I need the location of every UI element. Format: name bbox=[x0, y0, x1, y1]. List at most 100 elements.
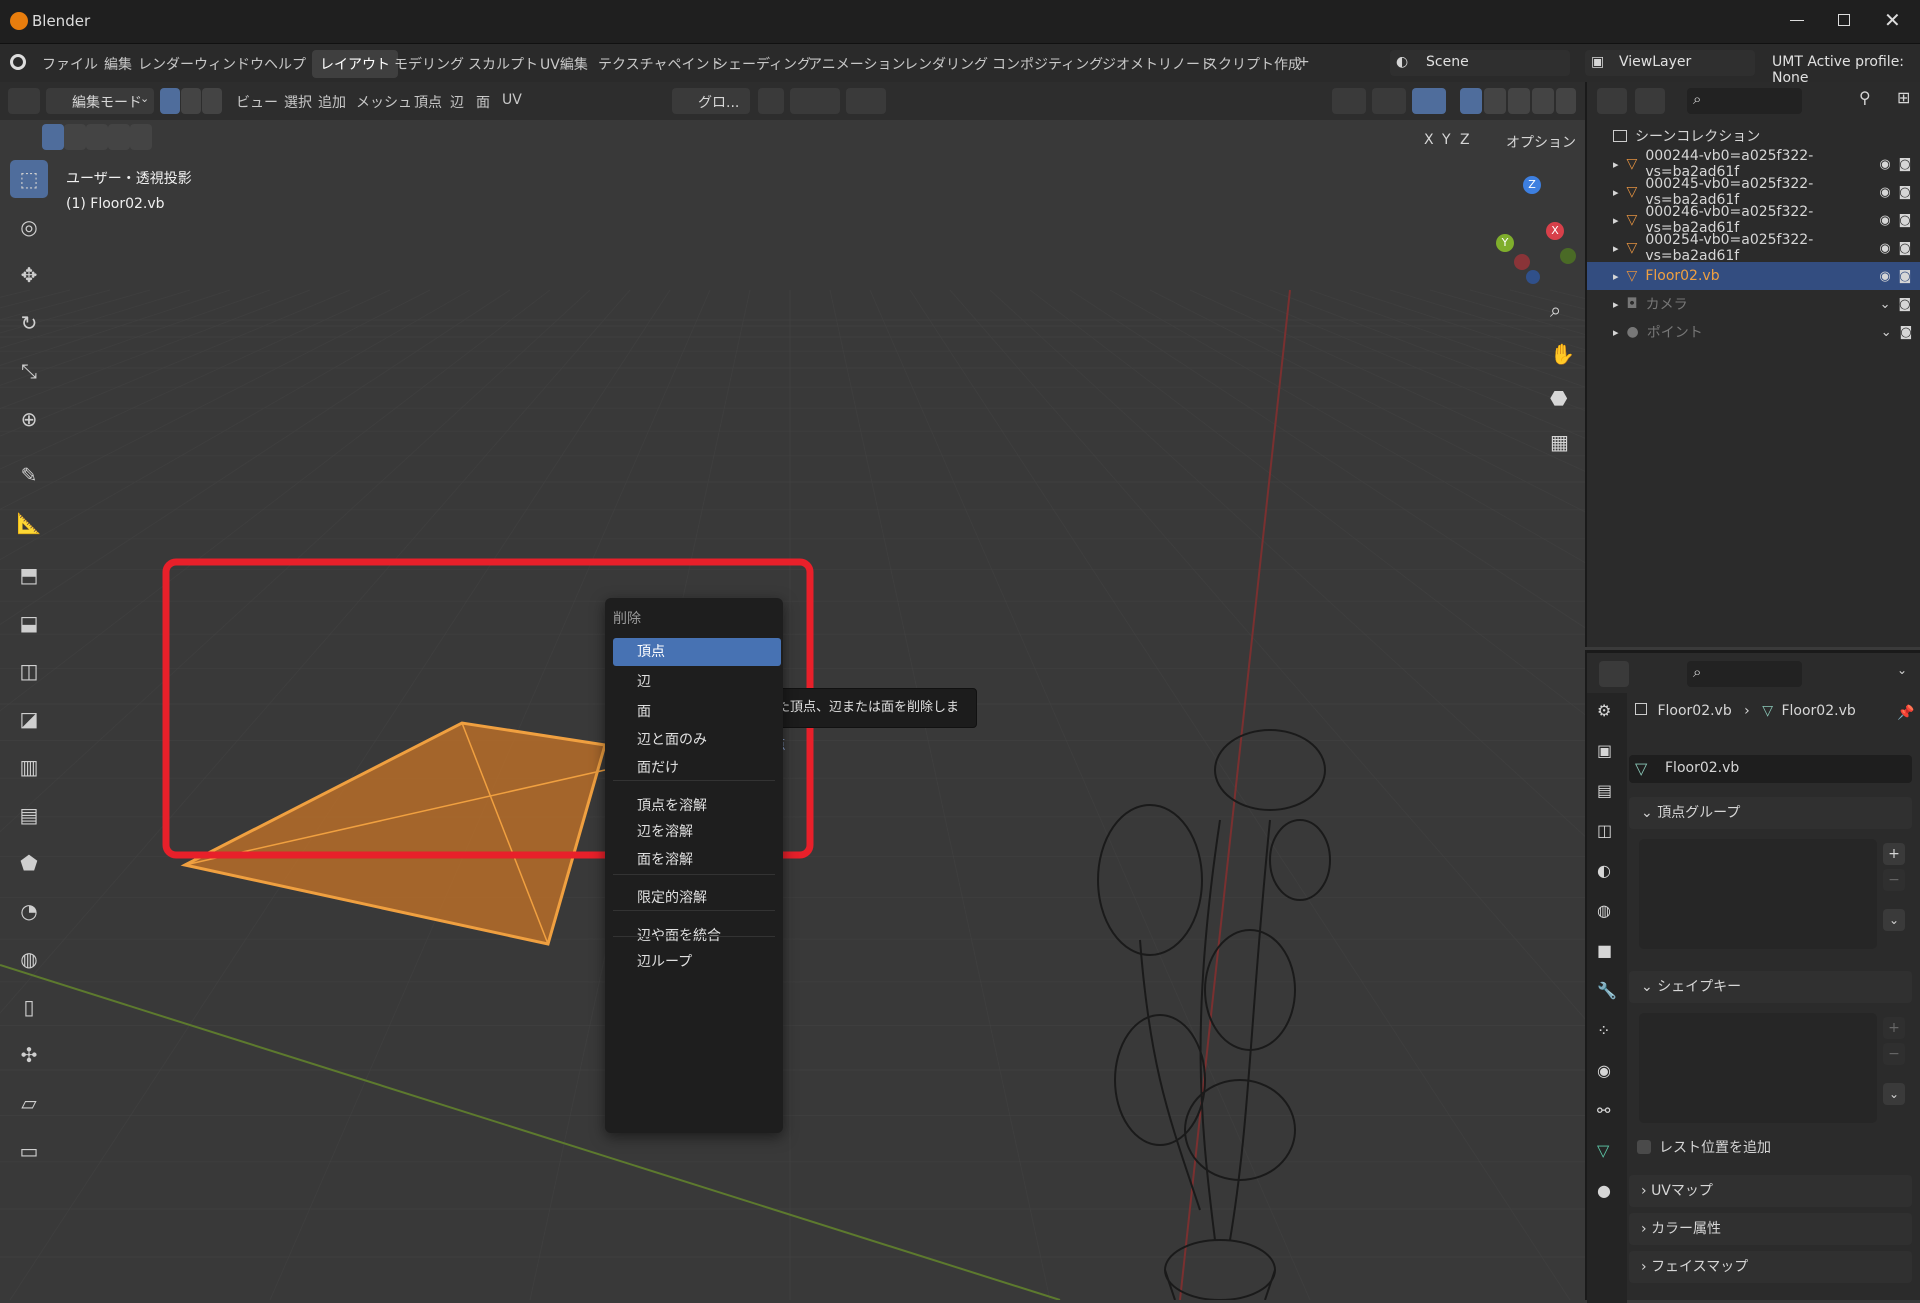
workspace-tab-8[interactable]: コンポジティング bbox=[984, 50, 1111, 78]
new-collection-icon[interactable]: ⊞ bbox=[1897, 88, 1910, 107]
gizmo-z-axis[interactable]: Z bbox=[1523, 176, 1541, 194]
shading-options-button[interactable] bbox=[1556, 88, 1576, 114]
chevron-down-icon[interactable]: ⌄ bbox=[1897, 663, 1907, 677]
render-visibility-icon[interactable]: ◙ bbox=[1900, 325, 1913, 340]
visibility-eye-icon[interactable]: ⌄ bbox=[1880, 297, 1891, 312]
select-subtract-button[interactable] bbox=[86, 124, 108, 150]
camera-view-icon[interactable]: ⬣ bbox=[1550, 386, 1567, 410]
render-visibility-icon[interactable]: ◙ bbox=[1899, 297, 1912, 312]
constraints-tab-icon[interactable]: ⚯ bbox=[1597, 1101, 1610, 1120]
shrink-fatten-tool[interactable]: ✣ bbox=[10, 1036, 48, 1074]
add-vertex-group-button[interactable]: + bbox=[1883, 843, 1905, 865]
render-visibility-icon[interactable]: ◙ bbox=[1899, 213, 1912, 228]
expand-arrow-icon[interactable]: ▸ bbox=[1613, 242, 1619, 255]
add-workspace-button[interactable]: + bbox=[1290, 50, 1318, 78]
header-menu-7[interactable]: UV bbox=[494, 88, 530, 116]
delete-menu-item-2[interactable]: 面 bbox=[613, 698, 781, 726]
gizmo-x-axis[interactable]: X bbox=[1546, 222, 1564, 240]
snap-button[interactable] bbox=[790, 88, 840, 114]
outliner-item[interactable]: ▸ ● ポイント ⌄ ◙ bbox=[1587, 318, 1920, 346]
maximize-icon[interactable] bbox=[1838, 14, 1850, 26]
modifiers-tab-icon[interactable]: 🔧 bbox=[1597, 981, 1617, 1000]
delete-menu-item-6[interactable]: 辺を溶解 bbox=[613, 818, 781, 846]
expand-arrow-icon[interactable]: ▸ bbox=[1613, 158, 1619, 171]
remove-vertex-group-button[interactable]: − bbox=[1883, 869, 1905, 891]
outliner-editor-type-button[interactable] bbox=[1597, 88, 1627, 114]
options-button[interactable]: オプション bbox=[1504, 128, 1578, 154]
add-cube-tool[interactable]: ⬒ bbox=[10, 556, 48, 594]
proportional-edit-button[interactable] bbox=[846, 88, 886, 114]
shape-keys-list[interactable] bbox=[1639, 1013, 1877, 1123]
delete-menu-item-5[interactable]: 頂点を溶解 bbox=[613, 792, 781, 820]
outliner-item[interactable]: ▸ ▽ Floor02.vb ◉ ◙ bbox=[1587, 262, 1920, 290]
mirror-axis-x[interactable]: X bbox=[1424, 132, 1434, 148]
outliner-item[interactable]: ▸ ▽ 000246-vb0=a025f322-vs=ba2ad61f ◉ ◙ bbox=[1587, 204, 1920, 236]
outliner-search-input[interactable]: ⌕ bbox=[1687, 88, 1802, 114]
inset-tool[interactable]: ◫ bbox=[10, 652, 48, 690]
visibility-eye-icon[interactable]: ⌄ bbox=[1881, 325, 1892, 340]
select-box-mode-button[interactable] bbox=[42, 124, 64, 150]
rip-tool[interactable]: ▭ bbox=[10, 1132, 48, 1170]
visibility-eye-icon[interactable]: ◉ bbox=[1879, 213, 1890, 228]
mode-selector[interactable]: 編集モード ⌄ bbox=[46, 88, 154, 114]
expand-arrow-icon[interactable]: ▸ bbox=[1613, 298, 1619, 311]
minimize-icon[interactable] bbox=[1790, 20, 1804, 21]
pivot-button[interactable] bbox=[758, 88, 784, 114]
physics-tab-icon[interactable]: ◉ bbox=[1597, 1061, 1611, 1080]
scene-selector[interactable]: ◐ Scene bbox=[1390, 50, 1570, 76]
vertex-groups-list[interactable] bbox=[1639, 839, 1877, 949]
render-visibility-icon[interactable]: ◙ bbox=[1899, 241, 1912, 256]
editor-type-button[interactable] bbox=[8, 88, 40, 114]
shading-material-button[interactable] bbox=[1508, 88, 1530, 114]
delete-menu-item-3[interactable]: 辺と面のみ bbox=[613, 726, 781, 754]
shape-key-menu-button[interactable]: ⌄ bbox=[1883, 1083, 1905, 1105]
loop-cut-tool[interactable]: ▥ bbox=[10, 748, 48, 786]
visibility-eye-icon[interactable]: ◉ bbox=[1879, 269, 1890, 284]
particles-tab-icon[interactable]: ⁘ bbox=[1597, 1021, 1610, 1040]
blender-menu-icon[interactable] bbox=[10, 54, 26, 70]
knife-tool[interactable]: ▤ bbox=[10, 796, 48, 834]
remove-shape-key-button[interactable]: − bbox=[1883, 1043, 1905, 1065]
gizmo-neg-x[interactable] bbox=[1514, 254, 1530, 270]
outliner-root[interactable]: シーンコレクション bbox=[1587, 122, 1920, 150]
annotate-tool[interactable]: ✎ bbox=[10, 456, 48, 494]
properties-editor-type-button[interactable] bbox=[1599, 661, 1629, 687]
shading-wireframe-button[interactable] bbox=[1460, 88, 1482, 114]
render-visibility-icon[interactable]: ◙ bbox=[1899, 157, 1912, 172]
select-difference-button[interactable] bbox=[108, 124, 130, 150]
render-visibility-icon[interactable]: ◙ bbox=[1899, 185, 1912, 200]
workspace-tab-7[interactable]: レンダリング bbox=[896, 50, 996, 78]
shear-tool[interactable]: ▱ bbox=[10, 1084, 48, 1122]
navigation-gizmo[interactable]: Z X Y bbox=[1490, 170, 1580, 284]
workspace-tab-3[interactable]: UV編集 bbox=[532, 50, 596, 78]
uv-maps-panel-header[interactable]: › UVマップ bbox=[1629, 1175, 1912, 1207]
poly-build-tool[interactable]: ⬟ bbox=[10, 844, 48, 882]
selected-mesh-floor02[interactable] bbox=[180, 721, 607, 946]
delete-menu-item-1[interactable]: 辺 bbox=[613, 668, 781, 696]
delete-menu-item-4[interactable]: 面だけ bbox=[613, 754, 781, 782]
gizmo-y-axis[interactable]: Y bbox=[1496, 234, 1514, 252]
view-layer-tab-icon[interactable]: ◫ bbox=[1597, 821, 1612, 840]
filter-icon[interactable]: ⚲ bbox=[1859, 88, 1871, 107]
mirror-axis-z[interactable]: Z bbox=[1460, 132, 1470, 148]
viewport-gizmo-button[interactable] bbox=[1332, 88, 1366, 114]
view-layer-selector[interactable]: ▣ ViewLayer bbox=[1585, 50, 1755, 76]
shading-rendered-button[interactable] bbox=[1532, 88, 1554, 114]
outliner-item[interactable]: ▸ ▽ 000254-vb0=a025f322-vs=ba2ad61f ◉ ◙ bbox=[1587, 232, 1920, 264]
expand-arrow-icon[interactable]: ▸ bbox=[1613, 214, 1619, 227]
color-attributes-panel-header[interactable]: › カラー属性 bbox=[1629, 1213, 1912, 1245]
add-shape-key-button[interactable]: + bbox=[1883, 1017, 1905, 1039]
vertex-select-mode-button[interactable] bbox=[160, 88, 180, 114]
outliner-item[interactable]: ▸ ▽ 000244-vb0=a025f322-vs=ba2ad61f ◉ ◙ bbox=[1587, 148, 1920, 180]
pin-icon[interactable]: 📌 bbox=[1897, 705, 1914, 721]
mirror-axis-y[interactable]: Y bbox=[1442, 132, 1451, 148]
expand-arrow-icon[interactable]: ▸ bbox=[1613, 186, 1619, 199]
visibility-eye-icon[interactable]: ◉ bbox=[1879, 185, 1890, 200]
vertex-group-menu-button[interactable]: ⌄ bbox=[1883, 909, 1905, 931]
smooth-tool[interactable]: ◍ bbox=[10, 940, 48, 978]
select-box-tool[interactable]: ⬚ bbox=[10, 160, 48, 198]
cursor-tool[interactable]: ◎ bbox=[10, 208, 48, 246]
material-tab-icon[interactable]: ● bbox=[1597, 1181, 1611, 1200]
transform-orientation-selector[interactable]: グロ... bbox=[672, 88, 750, 114]
delete-menu-item-7[interactable]: 面を溶解 bbox=[613, 846, 781, 874]
